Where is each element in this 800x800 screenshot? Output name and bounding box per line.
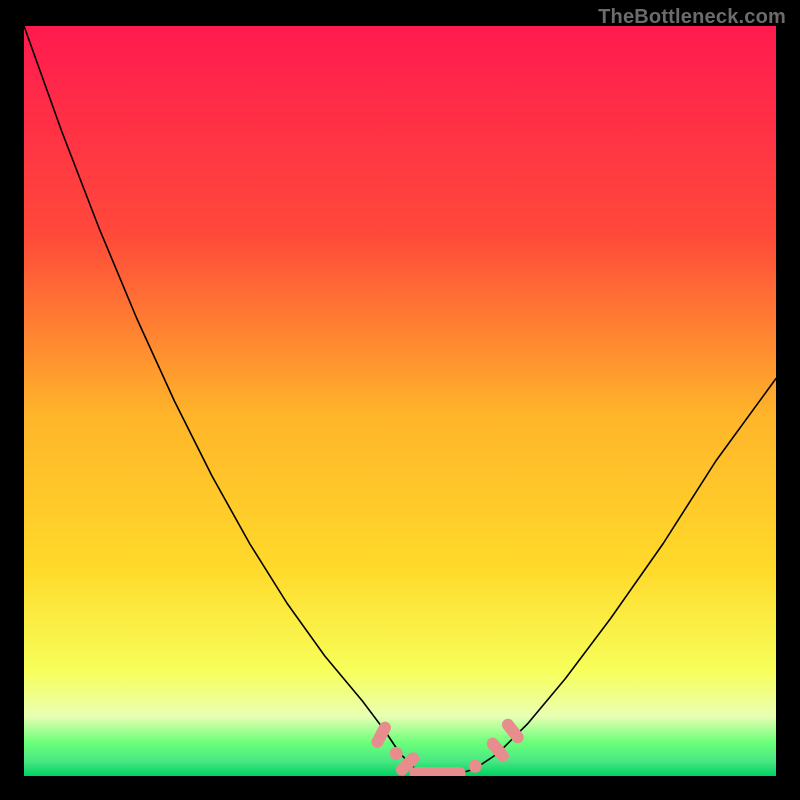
chart-frame: TheBottleneck.com [0,0,800,800]
bottleneck-chart [24,26,776,776]
marker-point [469,760,482,773]
plot-area [24,26,776,776]
watermark-text: TheBottleneck.com [598,6,786,29]
marker-point [410,767,466,776]
gradient-background [24,26,776,776]
marker-point [390,747,403,760]
